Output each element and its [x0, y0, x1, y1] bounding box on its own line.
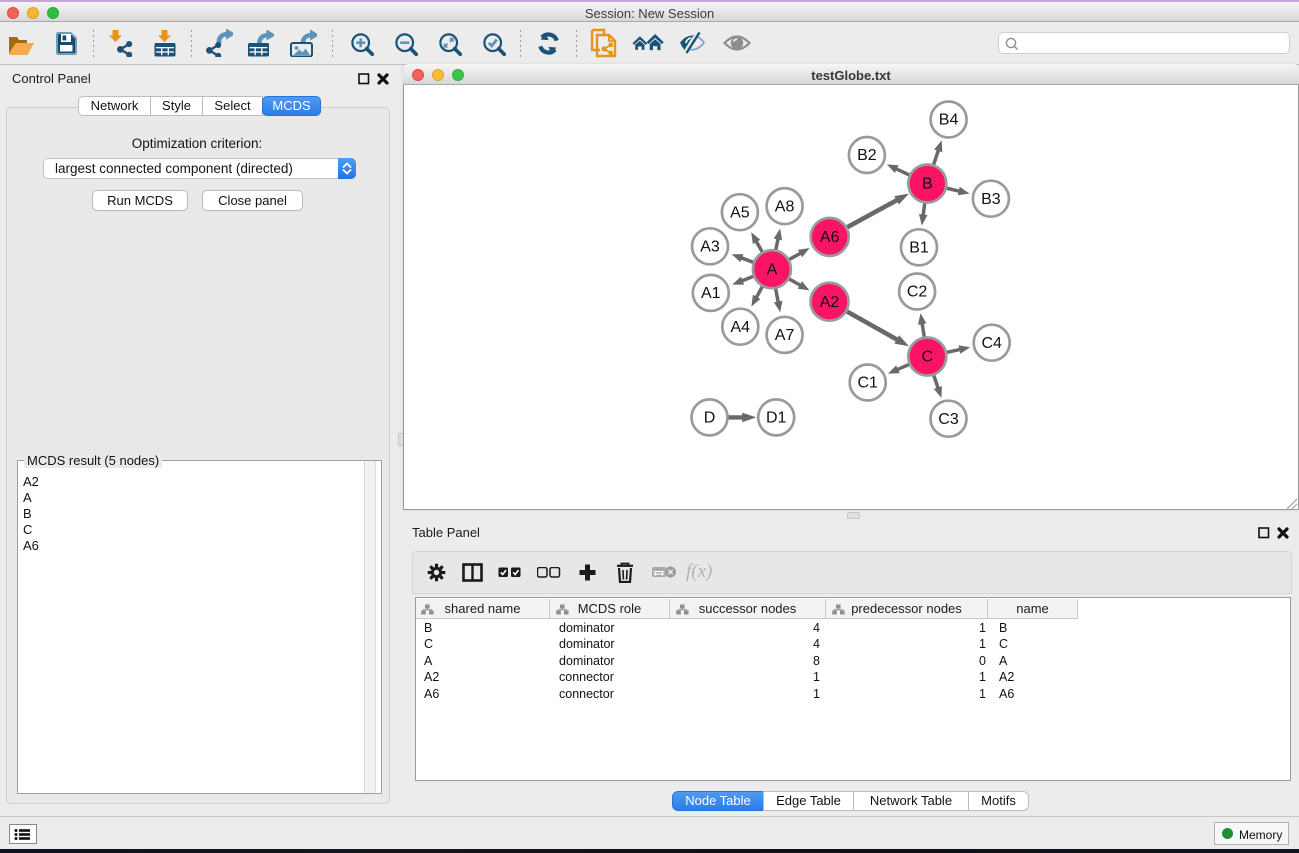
- svg-text:C3: C3: [938, 411, 959, 428]
- svg-text:A: A: [767, 261, 778, 278]
- svg-text:B1: B1: [909, 240, 929, 257]
- svg-text:A8: A8: [775, 198, 795, 215]
- svg-text:D1: D1: [766, 410, 787, 427]
- svg-text:C: C: [922, 349, 934, 366]
- svg-text:A1: A1: [701, 285, 721, 302]
- svg-text:C4: C4: [981, 335, 1002, 352]
- svg-text:B3: B3: [981, 191, 1001, 208]
- svg-text:B4: B4: [939, 112, 959, 129]
- svg-text:A5: A5: [730, 204, 750, 221]
- svg-text:A2: A2: [820, 294, 840, 311]
- svg-text:C1: C1: [857, 375, 878, 392]
- svg-text:B2: B2: [857, 147, 877, 164]
- svg-text:B: B: [922, 176, 933, 193]
- svg-text:C2: C2: [907, 284, 928, 301]
- svg-text:A6: A6: [820, 229, 840, 246]
- svg-text:A3: A3: [700, 239, 720, 256]
- svg-text:A7: A7: [775, 327, 795, 344]
- svg-text:D: D: [704, 410, 716, 427]
- svg-text:A4: A4: [731, 319, 751, 336]
